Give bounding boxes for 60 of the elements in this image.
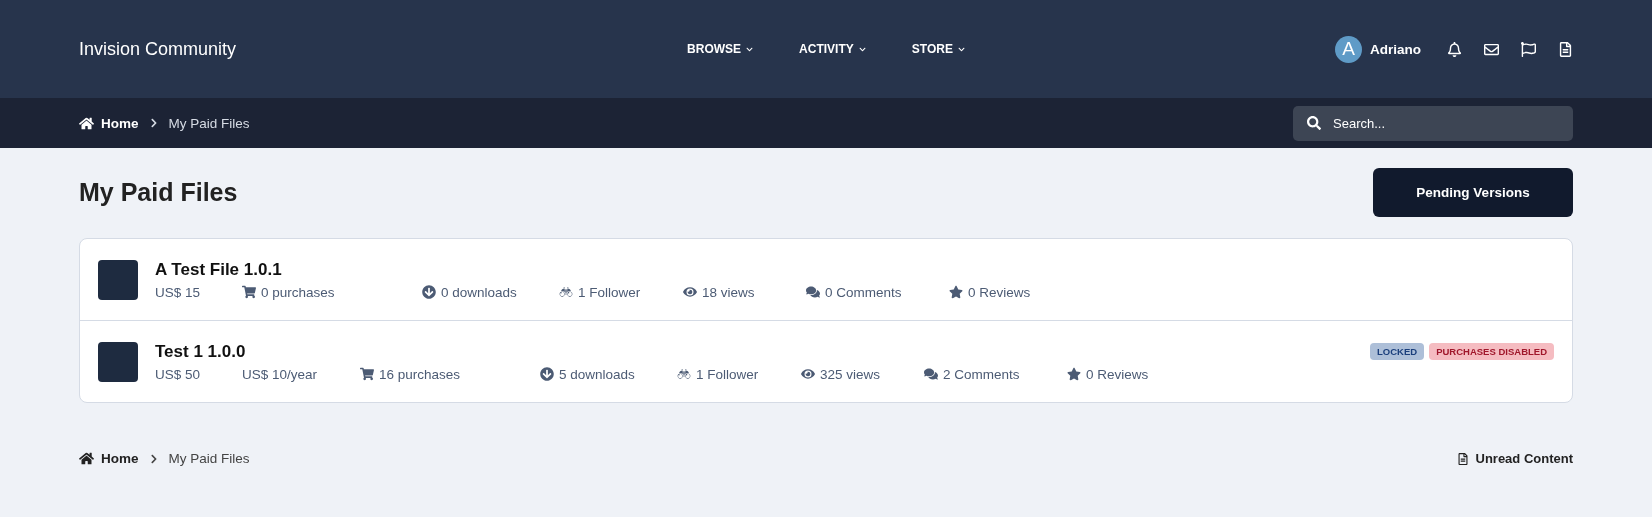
file-stat: 0 downloads [441,284,517,300]
nav-menu-item[interactable]: STORE [911,42,965,56]
caret-icon [858,45,866,53]
file-stat: 18 views [702,284,755,300]
file-title-link[interactable]: Test 1 1.0.0 [155,341,1353,362]
status-badge: LOCKED [1370,343,1425,360]
home-icon [79,115,94,131]
nav-menu-item[interactable]: ACTIVITY [799,42,866,56]
document-icon[interactable] [1558,41,1573,57]
nav-menu-item[interactable]: BROWSE [687,42,754,56]
comments-icon [924,367,938,381]
file-stat: US$ 10/year [242,366,318,382]
file-stat: US$ 15 [155,284,201,300]
photo-placeholder [98,341,138,382]
file-title-link[interactable]: A Test File 1.0.1 [155,259,1554,280]
cart-icon [242,285,256,299]
file-stat: US$ 50 [155,366,201,382]
caret-icon [957,45,965,53]
eye-icon [801,367,815,381]
envelope-icon[interactable] [1484,41,1499,57]
comments-icon [806,285,820,299]
user-menu[interactable]: A Adriano [1335,35,1421,63]
breadcrumb-link[interactable]: My Paid Files [168,115,250,131]
file-stat: 1 Follower [696,366,759,382]
unread-content-link[interactable]: Unread Content [1456,451,1573,466]
caret-icon [746,45,754,53]
flag-icon[interactable] [1521,41,1536,57]
search-icon [1307,115,1321,130]
star-icon [1067,367,1081,381]
binoculars-icon [559,285,573,299]
search-field[interactable]: Search... [1293,105,1573,141]
home-icon [79,451,94,466]
status-badge: PURCHASES DISABLED [1429,343,1554,360]
cart-icon [360,367,374,381]
file-stat: 16 purchases [379,366,461,382]
file-stat: 0 Comments [825,284,902,300]
eye-icon [683,285,697,299]
file-stat: 0 purchases [261,284,335,300]
avatar: A [1335,35,1362,63]
download-icon [422,285,436,299]
page-title: My Paid Files [79,178,238,207]
download-icon [540,367,554,381]
star-icon [949,285,963,299]
file-stat: 0 Reviews [1086,366,1149,382]
file-stat: 0 Reviews [968,284,1031,300]
file-stat: 325 views [820,366,881,382]
file-stat: 2 Comments [943,366,1020,382]
bell-icon[interactable] [1447,41,1462,57]
breadcrumb-link[interactable]: Home [79,115,139,131]
file-stat: 1 Follower [578,284,641,300]
pending-versions-button[interactable]: Pending Versions [1373,168,1573,217]
breadcrumb-link[interactable]: Home [79,451,139,466]
binoculars-icon [677,367,691,381]
site-title[interactable]: Invision Community [79,38,237,60]
chevron-icon [148,453,159,464]
breadcrumb-link[interactable]: My Paid Files [168,451,250,466]
file-stat: 5 downloads [559,366,635,382]
photo-placeholder [98,259,138,300]
chevron-icon [148,118,159,128]
document-icon [1456,452,1469,465]
